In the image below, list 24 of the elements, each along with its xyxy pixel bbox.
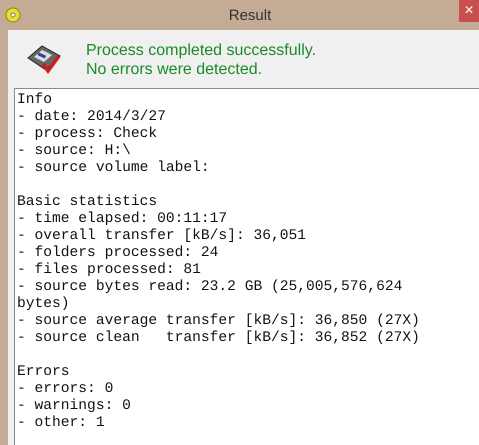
report-line: - date: 2014/3/27 — [17, 109, 167, 126]
report-text-area[interactable] — [14, 88, 479, 445]
section-heading: Basic statistics — [17, 194, 158, 211]
report-line: - source clean transfer [kB/s]: 36,852 (27X) — [17, 330, 421, 347]
report-line: - files processed: 81 — [17, 262, 202, 279]
report-line: - other: 1 — [17, 415, 106, 432]
report-line: - time elapsed: 00:11:17 — [17, 211, 228, 228]
status-message: No errors were detected. — [86, 60, 264, 79]
report-line: - folders processed: 24 — [17, 245, 220, 262]
disk-check-icon — [26, 44, 62, 76]
disc-icon — [5, 7, 21, 23]
report-line: - source average transfer [kB/s]: 36,850 (27X) — [17, 313, 421, 330]
section-heading: Info — [17, 92, 54, 109]
close-button[interactable]: × — [459, 0, 479, 22]
report-line: - errors: 0 — [17, 381, 114, 398]
status-message: Process completed successfully. — [86, 41, 316, 60]
window-title: Result — [228, 6, 272, 24]
report-line: - source: H:\ — [17, 143, 132, 160]
report-line: - overall transfer [kB/s]: 36,051 — [17, 228, 308, 245]
report-line: - source bytes read: 23.2 GB (25,005,576,624 bytes) — [17, 279, 404, 313]
report-line: - source volume label: — [17, 160, 211, 177]
report-line: - process: Check — [17, 126, 158, 143]
report-line: - warnings: 0 — [17, 398, 132, 415]
section-heading: Errors — [17, 364, 71, 381]
